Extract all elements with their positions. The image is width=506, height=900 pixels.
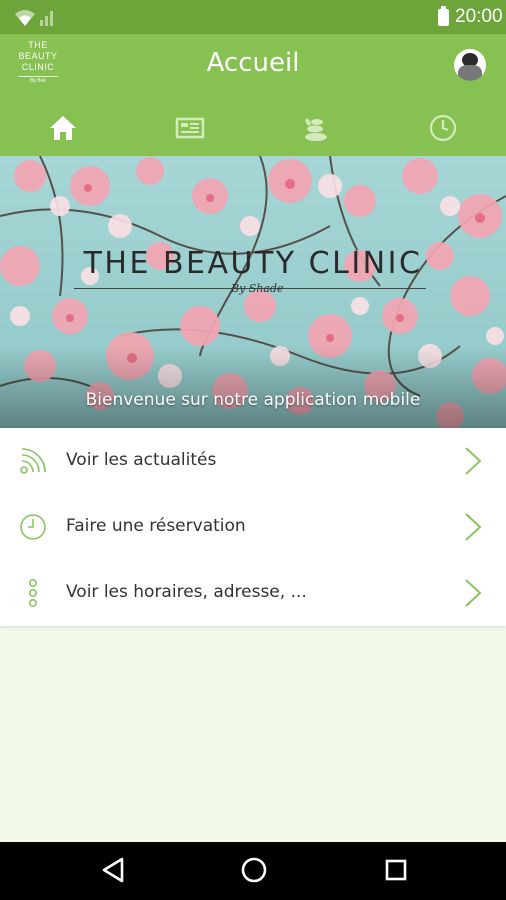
wifi-icon	[15, 10, 53, 26]
chevron-right-icon	[465, 513, 482, 541]
recents-icon[interactable]	[383, 855, 409, 885]
hero-subtitle: By Shade	[231, 282, 284, 295]
menu-item-booking[interactable]: Faire une réservation	[0, 494, 506, 560]
menu-item-label: Faire une réservation	[66, 516, 246, 536]
stones-icon	[305, 118, 327, 141]
back-icon[interactable]	[100, 855, 126, 885]
logo-text-by: By Bok	[30, 78, 46, 84]
status-bar: 20:00	[0, 0, 506, 34]
menu-item-news[interactable]: Voir les actualités	[0, 428, 506, 494]
tab-home[interactable]	[0, 112, 126, 156]
newspaper-icon	[175, 117, 205, 139]
tab-schedule[interactable]	[380, 112, 506, 156]
avatar[interactable]	[454, 49, 486, 81]
home-icon	[50, 116, 76, 140]
rss-icon	[20, 448, 46, 474]
app-bar: THE BEAUTY CLINIC By Bok Accueil	[0, 34, 506, 156]
home-menu: Voir les actualités Faire une réservatio…	[0, 428, 506, 626]
tab-services[interactable]	[253, 112, 379, 156]
hero-welcome-text: Bienvenue sur notre application mobile	[85, 390, 421, 410]
menu-item-hours[interactable]: Voir les horaires, adresse, ...	[0, 560, 506, 626]
clock-icon	[20, 514, 46, 540]
page-title: Accueil	[206, 48, 300, 78]
status-time: 20:00	[455, 6, 503, 27]
hero-title: THE BEAUTY CLINIC	[83, 246, 423, 281]
hero-banner: THE BEAUTY CLINIC By Shade Bienvenue sur…	[0, 156, 506, 428]
clock-icon	[429, 114, 457, 142]
chevron-right-icon	[465, 579, 482, 607]
system-nav-bar	[0, 842, 506, 900]
tab-bar	[0, 112, 506, 156]
tab-news[interactable]	[127, 112, 253, 156]
menu-item-label: Voir les actualités	[66, 450, 217, 470]
menu-item-label: Voir les horaires, adresse, ...	[66, 582, 307, 602]
home-nav-icon[interactable]	[240, 855, 268, 885]
battery-icon	[438, 6, 449, 26]
avatar-body	[458, 65, 482, 81]
chevron-right-icon	[465, 447, 482, 475]
dots-icon	[29, 578, 38, 607]
